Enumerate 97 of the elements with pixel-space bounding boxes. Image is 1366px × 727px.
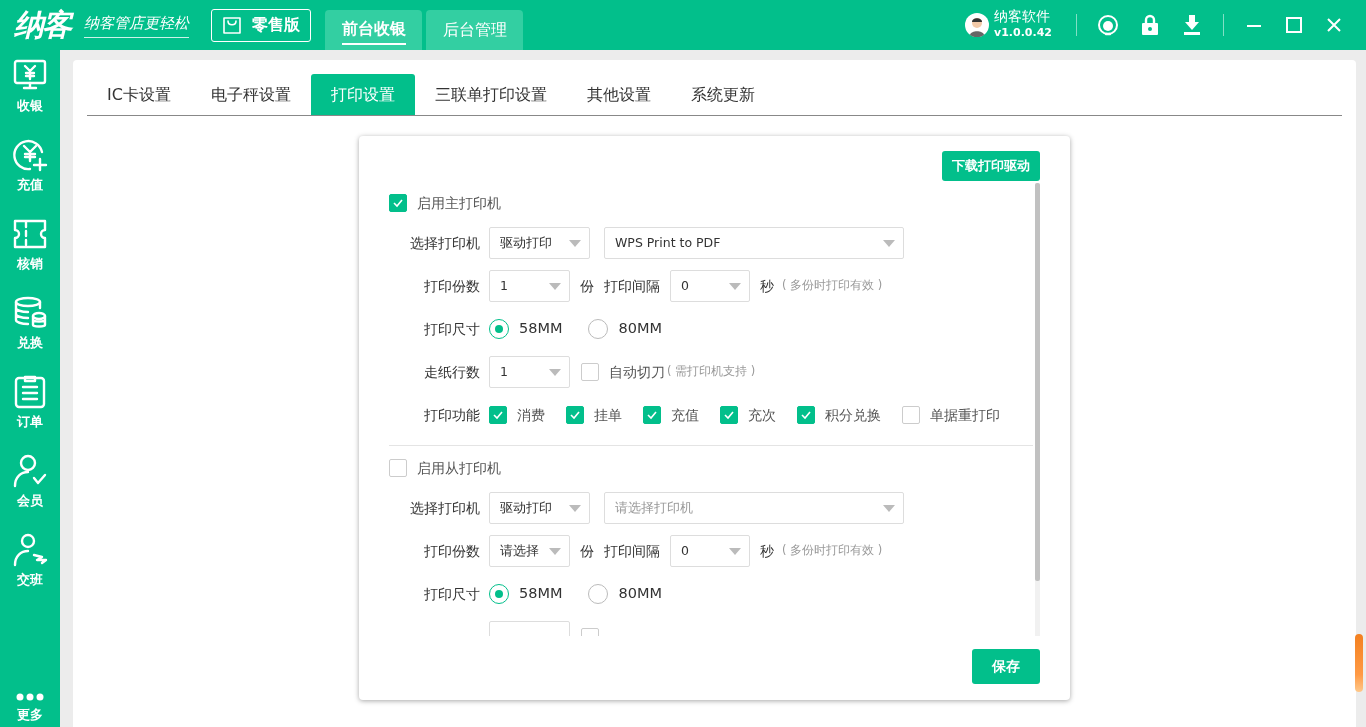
unit-label: 份 (580, 541, 594, 561)
feed-lines-select[interactable]: 1 (489, 356, 570, 388)
radio-button[interactable] (588, 319, 609, 339)
field-label: 打印份数 (423, 541, 481, 561)
maximize-icon[interactable] (1286, 17, 1302, 33)
radio-button[interactable] (489, 584, 509, 604)
checkbox[interactable] (902, 406, 920, 424)
caret-icon (549, 547, 561, 555)
version-label: v1.0.0.42 (994, 25, 1052, 42)
user-name: 纳客软件 (994, 8, 1051, 26)
save-button[interactable]: 保存 (972, 649, 1040, 684)
checkbox-label: 充值 (671, 405, 699, 425)
sidebar-item[interactable]: 会员 (0, 445, 60, 524)
caret-icon (569, 504, 581, 512)
scrollbar-thumb[interactable] (1035, 183, 1040, 581)
radio-label: 58MM (519, 319, 563, 339)
caret-icon (549, 368, 561, 376)
checkbox[interactable] (389, 459, 407, 477)
checkbox-label: 单据重打印 (930, 405, 1000, 425)
top-tab[interactable]: 后台管理 (426, 10, 523, 50)
caret-icon (883, 239, 895, 247)
top-tab[interactable]: 前台收银 (325, 10, 422, 50)
caret-icon (883, 504, 895, 512)
shopping-bag-icon (222, 15, 242, 35)
sidebar-item[interactable]: 兑换 (0, 287, 60, 366)
settings-tab[interactable]: 系统更新 (670, 74, 775, 115)
sidebar-item[interactable]: 交班 (0, 524, 60, 603)
hint-text: ( 多份时打印有效 ) (782, 277, 883, 295)
copies-select[interactable]: 请选择 (489, 535, 570, 567)
checkbox[interactable] (720, 406, 738, 424)
checkbox[interactable] (581, 363, 599, 381)
scroll-thumb[interactable] (1355, 634, 1363, 692)
checkbox-label: 自动切刀 (609, 362, 665, 382)
checkbox[interactable] (643, 406, 661, 424)
field-label: 打印间隔 (604, 276, 660, 296)
mode-select[interactable]: 驱动打印 (489, 227, 590, 259)
checkbox-label: 启用从打印机 (417, 458, 501, 478)
checkbox-label: 挂单 (594, 405, 622, 425)
unit-label: 秒 (760, 276, 774, 296)
user-check-icon (12, 453, 48, 489)
checkbox[interactable] (389, 194, 407, 212)
sidebar-item[interactable]: 订单 (0, 366, 60, 445)
radio-button[interactable] (588, 584, 609, 604)
clipboard-icon (12, 374, 48, 410)
coin-plus-icon (12, 137, 48, 173)
settings-tab[interactable]: 三联单打印设置 (414, 74, 567, 115)
checkbox[interactable] (797, 406, 815, 424)
slogan: 纳客管店更轻松 (84, 12, 189, 38)
user-arrow-icon (12, 532, 48, 568)
close-icon[interactable] (1326, 17, 1342, 33)
settings-tab[interactable]: IC卡设置 (87, 74, 191, 115)
field-label: 打印功能 (423, 405, 481, 425)
caret-icon (729, 547, 741, 555)
interval-select[interactable]: 0 (670, 535, 750, 567)
caret-icon (569, 239, 581, 247)
checkbox-label: 启用主打印机 (417, 193, 501, 213)
printer-select[interactable]: WPS Print to PDF (604, 227, 904, 259)
sidebar-item[interactable]: 核销 (0, 208, 60, 287)
edition-button[interactable]: 零售版 (211, 8, 311, 42)
more-icon (15, 692, 45, 701)
settings-tab[interactable]: 打印设置 (310, 74, 415, 115)
checkbox-label: 充次 (748, 405, 776, 425)
radio-label: 58MM (519, 584, 563, 604)
download-icon[interactable] (1183, 14, 1201, 36)
radio-button[interactable] (489, 319, 509, 339)
sidebar-item[interactable]: 更多 (0, 684, 60, 727)
sidebar-item[interactable]: 收银 (0, 50, 60, 129)
caret-icon (729, 282, 741, 290)
avatar-icon (965, 13, 989, 37)
settings-tab[interactable]: 其他设置 (566, 74, 671, 115)
sidebar-item[interactable]: 充值 (0, 129, 60, 208)
field-label: 打印尺寸 (423, 319, 481, 339)
caret-icon (549, 282, 561, 290)
unit-label: 份 (580, 276, 594, 296)
lock-icon[interactable] (1141, 14, 1159, 36)
copies-select[interactable]: 1 (489, 270, 570, 302)
download-driver-button[interactable]: 下载打印驱动 (942, 151, 1040, 181)
field-label: 走纸行数 (423, 362, 481, 382)
hint-text: ( 多份时打印有效 ) (782, 542, 883, 560)
field-label: 打印尺寸 (423, 584, 481, 604)
unit-label: 秒 (760, 541, 774, 561)
radio-label: 80MM (618, 319, 662, 339)
interval-select[interactable]: 0 (670, 270, 750, 302)
field-label: 打印间隔 (604, 541, 660, 561)
field-label: 打印份数 (423, 276, 481, 296)
checkbox[interactable] (489, 406, 507, 424)
field-label: 选择打印机 (409, 498, 481, 518)
radio-label: 80MM (618, 584, 662, 604)
printer-select[interactable]: 请选择打印机 (604, 492, 904, 524)
hint-text: ( 需打印机支持 ) (667, 363, 756, 381)
checkbox[interactable] (566, 406, 584, 424)
mode-select[interactable]: 驱动打印 (489, 492, 590, 524)
field-label: 选择打印机 (409, 233, 481, 253)
checkbox-label: 消费 (517, 405, 545, 425)
settings-tab[interactable]: 电子秤设置 (190, 74, 311, 115)
checkbox-label: 积分兑换 (825, 405, 881, 425)
coin-stack-icon (12, 295, 48, 331)
